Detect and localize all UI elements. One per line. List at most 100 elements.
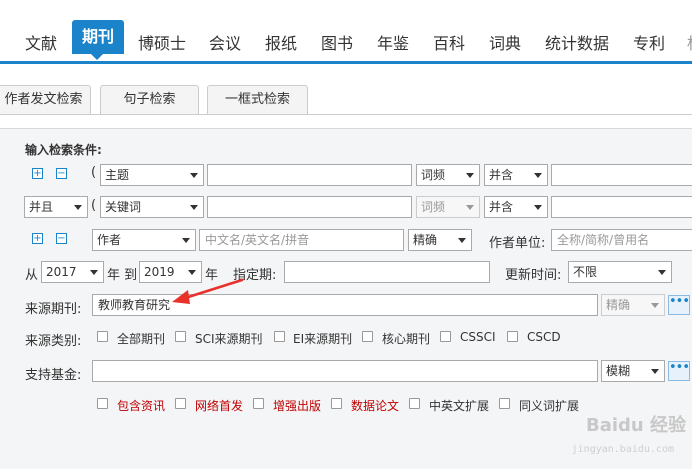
keyword-input-1b[interactable] xyxy=(551,164,692,186)
source-journal-input[interactable]: 教师教育研究 xyxy=(92,294,598,316)
include-news-label: 包含资讯 xyxy=(117,399,166,413)
chevron-down-icon xyxy=(190,205,198,210)
enhanced-pub-label: 增强出版 xyxy=(273,399,322,413)
frequency-select-1[interactable]: 词频 xyxy=(416,164,480,186)
logic-select-2[interactable]: 并含 xyxy=(484,196,548,218)
from-year-value: 2017 xyxy=(46,265,77,279)
search-conditions-header: 输入检索条件: xyxy=(25,143,102,157)
cssci-label: CSSCI xyxy=(460,330,496,344)
author-unit-label: 作者单位: xyxy=(489,236,546,251)
logic-select-1[interactable]: 并含 xyxy=(484,164,548,186)
update-time-label: 更新时间: xyxy=(505,268,562,283)
author-name-input[interactable]: 中文名/英文名/拼音 xyxy=(199,229,404,251)
frequency-select-1-value: 词频 xyxy=(421,168,446,182)
add-author-row-icon[interactable]: + xyxy=(32,233,43,244)
chevron-down-icon xyxy=(90,270,98,275)
fund-picker-button[interactable]: ••• xyxy=(668,361,690,381)
remove-author-row-icon[interactable]: − xyxy=(56,233,67,244)
chevron-down-icon xyxy=(74,205,82,210)
chevron-down-icon xyxy=(658,270,666,275)
enhanced-pub-checkbox[interactable] xyxy=(253,398,264,409)
update-time-value: 不限 xyxy=(573,265,598,279)
nav-item-patents[interactable]: 专利 xyxy=(633,30,665,54)
ei-label: EI来源期刊 xyxy=(293,332,353,346)
author-match-select[interactable]: 精确 xyxy=(408,229,472,251)
data-paper-checkbox[interactable] xyxy=(331,398,342,409)
field-select-1[interactable]: 主题 xyxy=(100,164,204,186)
keyword-input-2b[interactable] xyxy=(551,196,692,218)
fund-match-value: 模糊 xyxy=(606,364,631,378)
author-unit-input[interactable]: 全称/简称/曾用名 xyxy=(551,229,692,251)
period-input[interactable] xyxy=(284,261,490,283)
synonym-expand-checkbox[interactable] xyxy=(499,398,510,409)
nav-item-conferences[interactable]: 会议 xyxy=(209,30,241,54)
fund-input[interactable] xyxy=(92,360,598,382)
author-match-select-value: 精确 xyxy=(413,233,438,247)
chevron-down-icon xyxy=(190,173,198,178)
tab-single-box-search[interactable]: 一框式检索 xyxy=(207,85,308,115)
frequency-select-2-value: 词频 xyxy=(421,200,446,214)
online-first-checkbox[interactable] xyxy=(175,398,186,409)
all-journals-label: 全部期刊 xyxy=(117,332,166,346)
synonym-expand-label: 同义词扩展 xyxy=(519,399,580,413)
fund-label: 支持基金: xyxy=(25,368,82,383)
field-select-2[interactable]: 关键词 xyxy=(100,196,204,218)
active-tab-pointer xyxy=(91,54,103,60)
source-journal-label: 来源期刊: xyxy=(25,302,82,317)
online-first-label: 网络首发 xyxy=(195,399,244,413)
tab-sentence-search[interactable]: 句子检索 xyxy=(100,85,199,115)
sci-checkbox[interactable] xyxy=(175,331,186,342)
to-label: 年 到 xyxy=(107,268,138,283)
core-journal-checkbox[interactable] xyxy=(362,331,373,342)
from-year-select[interactable]: 2017 xyxy=(41,261,104,283)
nav-item-encyclopedia[interactable]: 百科 xyxy=(433,30,465,54)
keyword-input-1[interactable] xyxy=(207,164,412,186)
nav-item-journals[interactable]: 期刊 xyxy=(72,20,125,54)
cn-en-expand-checkbox[interactable] xyxy=(409,398,420,409)
nav-item-yearbooks[interactable]: 年鉴 xyxy=(377,30,409,54)
tab-author-search[interactable]: 作者发文检索 xyxy=(0,85,91,115)
chevron-down-icon xyxy=(651,303,659,308)
remove-row-icon[interactable]: − xyxy=(56,168,67,179)
fund-match-select[interactable]: 模糊 xyxy=(601,360,665,382)
include-news-checkbox[interactable] xyxy=(97,398,108,409)
chevron-down-icon xyxy=(458,238,466,243)
nav-item-books[interactable]: 图书 xyxy=(321,30,353,54)
nav-item-theses[interactable]: 博硕士 xyxy=(138,30,186,54)
source-match-value: 精确 xyxy=(606,298,631,312)
update-time-select[interactable]: 不限 xyxy=(568,261,672,283)
nav-item-overflow[interactable]: 标 xyxy=(687,30,692,54)
cssci-checkbox[interactable] xyxy=(440,331,451,342)
nav-item-literature[interactable]: 文献 xyxy=(25,30,57,54)
journal-picker-button[interactable]: ••• xyxy=(668,295,690,315)
source-category-label: 来源类别: xyxy=(25,334,82,349)
author-field-select-value: 作者 xyxy=(97,233,122,247)
logic-select-1-value: 并含 xyxy=(489,168,514,182)
all-journals-checkbox[interactable] xyxy=(97,331,108,342)
nav-item-statistics[interactable]: 统计数据 xyxy=(545,30,609,54)
chevron-down-icon xyxy=(188,270,196,275)
boolean-op-select-value: 并且 xyxy=(29,200,54,214)
author-field-select[interactable]: 作者 xyxy=(92,229,196,251)
boolean-op-select[interactable]: 并且 xyxy=(24,196,88,218)
field-select-1-value: 主题 xyxy=(105,168,130,182)
tab-divider xyxy=(0,114,692,115)
source-match-select[interactable]: 精确 xyxy=(601,294,665,316)
chevron-down-icon xyxy=(534,205,542,210)
field-select-2-value: 关键词 xyxy=(105,200,142,214)
red-arrow-annotation xyxy=(172,278,244,304)
nav-item-newspapers[interactable]: 报纸 xyxy=(265,30,297,54)
baidu-watermark-url: jingyan.baidu.com xyxy=(571,444,674,455)
chevron-down-icon xyxy=(651,369,659,374)
frequency-select-2[interactable]: 词频 xyxy=(416,196,480,218)
add-row-icon[interactable]: + xyxy=(32,168,43,179)
cscd-checkbox[interactable] xyxy=(507,331,518,342)
keyword-input-2[interactable] xyxy=(207,196,412,218)
core-journal-label: 核心期刊 xyxy=(382,332,431,346)
logic-select-2-value: 并含 xyxy=(489,200,514,214)
top-navigation: 文献 期刊 博硕士 会议 报纸 图书 年鉴 百科 词典 统计数据 专利 标 xyxy=(0,0,692,64)
from-label: 从 xyxy=(25,268,39,283)
ei-checkbox[interactable] xyxy=(274,331,285,342)
open-paren: ( xyxy=(91,165,97,180)
nav-item-dictionary[interactable]: 词典 xyxy=(489,30,521,54)
